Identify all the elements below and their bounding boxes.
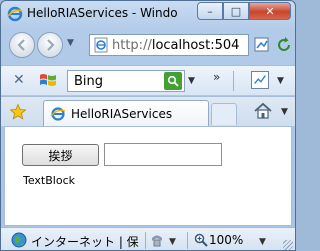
maximize-button[interactable]: □ <box>223 2 249 20</box>
status-separator <box>145 232 146 249</box>
tab-hello-ria-services[interactable]: HelloRIAServices <box>43 100 209 127</box>
tab-bar: HelloRIAServices ▼ <box>1 96 295 127</box>
resize-grip[interactable] <box>283 240 293 250</box>
search-icon <box>167 75 179 87</box>
zoom-magnifier-icon[interactable] <box>193 232 209 248</box>
command-bar: ✕ Bing ▼ » ▼ <box>1 65 295 95</box>
page-content: 挨拶 TextBlock <box>4 126 292 226</box>
address-url[interactable]: http://localhost:504 <box>112 38 239 53</box>
protected-mode-icon[interactable] <box>149 232 165 248</box>
security-zone-text: インターネット | 保 <box>31 235 139 249</box>
close-button[interactable]: ✕ <box>249 2 291 20</box>
status-bar: インターネット | 保 ▼ 100% ▼ <box>1 227 295 250</box>
recent-pages-dropdown[interactable]: ▼ <box>67 38 74 48</box>
status-separator <box>187 232 188 249</box>
browser-window: HelloRIAServices - Windo – □ ✕ ▼ http://… <box>0 0 296 251</box>
toolbar-separator <box>233 71 234 91</box>
home-icon[interactable] <box>253 101 273 121</box>
search-options-dropdown[interactable]: ▼ <box>188 76 195 86</box>
name-textbox[interactable] <box>104 143 222 166</box>
address-bar[interactable]: http://localhost:504 <box>89 34 249 56</box>
greet-button[interactable]: 挨拶 <box>22 144 99 166</box>
back-button[interactable] <box>9 32 35 58</box>
close-icon: ✕ <box>265 4 275 18</box>
title-bar[interactable]: HelloRIAServices - Windo – □ ✕ <box>1 1 295 27</box>
search-button[interactable] <box>164 72 182 90</box>
feed-dropdown[interactable]: ▼ <box>277 76 284 86</box>
maximize-icon: □ <box>230 4 242 18</box>
minimize-button[interactable]: – <box>197 2 223 20</box>
forward-button[interactable] <box>37 32 63 58</box>
stop-icon[interactable]: ✕ <box>13 72 25 88</box>
home-dropdown[interactable]: ▼ <box>281 107 288 117</box>
forward-arrow-icon <box>47 39 55 51</box>
zoom-dropdown[interactable]: ▼ <box>259 237 266 247</box>
window-controls: – □ ✕ <box>197 2 291 20</box>
window-title: HelloRIAServices - Windo <box>27 6 178 20</box>
ie-app-icon <box>7 6 23 22</box>
protected-mode-dropdown[interactable]: ▼ <box>169 237 176 247</box>
navigation-bar: ▼ http://localhost:504 <box>1 28 295 64</box>
search-box[interactable]: Bing <box>67 70 185 92</box>
back-arrow-icon <box>17 39 25 51</box>
ie-page-icon <box>94 37 108 53</box>
textblock-label: TextBlock <box>23 174 75 187</box>
windows-flag-icon <box>40 74 56 86</box>
feed-chart-icon[interactable] <box>251 71 269 89</box>
zoom-level[interactable]: 100% <box>209 233 243 247</box>
ie-page-icon <box>50 107 66 121</box>
new-tab-button[interactable] <box>211 103 237 125</box>
globe-icon <box>11 232 27 248</box>
tab-label: HelloRIAServices <box>71 107 173 121</box>
search-input[interactable]: Bing <box>74 74 164 89</box>
url-port: :504 <box>210 37 240 53</box>
compatibility-view-icon[interactable] <box>253 36 271 54</box>
refresh-icon[interactable] <box>275 36 293 54</box>
url-host: localhost <box>151 37 211 53</box>
favorites-star-icon[interactable] <box>9 103 27 121</box>
more-tools-chevron[interactable]: » <box>213 70 220 84</box>
url-scheme: http:// <box>112 37 152 53</box>
minimize-icon: – <box>207 4 213 18</box>
